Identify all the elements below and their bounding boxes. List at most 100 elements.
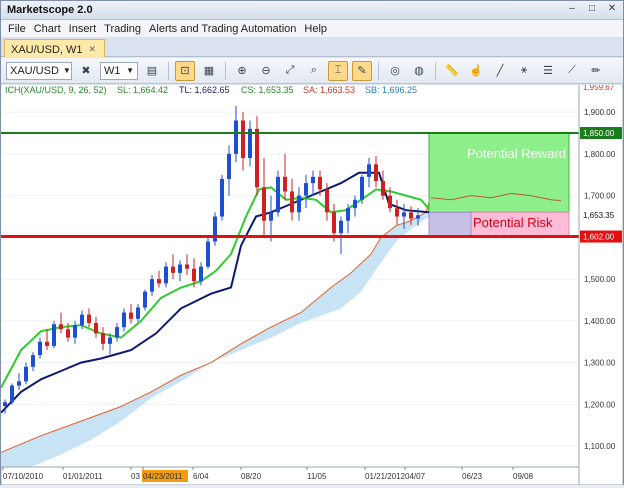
x-tick-label: 09/08 — [513, 472, 534, 481]
bear-candle — [185, 264, 189, 269]
zoom-in-icon[interactable]: ⊕ — [232, 61, 252, 81]
bear-candle — [101, 333, 105, 344]
timeframe-value: W1 — [104, 64, 121, 77]
bull-candle — [3, 402, 7, 407]
pointer-icon[interactable]: ☝ — [466, 61, 486, 81]
bear-candle — [66, 329, 70, 338]
y-tick-label: 1,700.00 — [584, 192, 616, 201]
bear-candle — [45, 341, 49, 346]
symbol-value: XAU/USD — [10, 64, 59, 77]
remove-instrument-icon[interactable]: ✖ — [76, 61, 96, 81]
bull-candle — [115, 327, 119, 338]
bear-candle — [94, 322, 98, 334]
menu-chart[interactable]: Chart — [30, 23, 65, 35]
x-tick-label: 03 — [131, 472, 140, 481]
bull-candle — [297, 195, 301, 213]
zoom-fit-icon[interactable]: ⤢ — [280, 61, 300, 81]
upper-price-tag-label: 1,850.00 — [583, 129, 615, 138]
comment-icon[interactable]: ✎ — [352, 60, 372, 81]
ruler-icon[interactable]: 📏 — [442, 61, 462, 81]
data-window-icon[interactable]: ▦ — [199, 61, 219, 81]
bull-candle — [17, 381, 21, 386]
tab-label: XAU/USD, W1 — [11, 43, 83, 56]
bull-candle — [164, 266, 168, 284]
menu-trading[interactable]: Trading — [100, 23, 145, 35]
bull-candle — [80, 314, 84, 326]
bear-candle — [395, 208, 399, 217]
trend-icon[interactable]: ⟋ — [562, 61, 582, 81]
bear-candle — [318, 176, 322, 190]
bear-candle — [388, 195, 392, 209]
zoom-out-icon[interactable]: ⊖ — [256, 61, 276, 81]
menu-alerts[interactable]: Alerts and Trading Automation — [145, 23, 300, 35]
bull-candle — [122, 312, 126, 328]
legend-sl: SL: 1,664.42 — [117, 85, 168, 95]
separator — [168, 61, 169, 80]
bull-candle — [143, 291, 147, 308]
chevron-down-icon: ▼ — [62, 66, 71, 75]
x-tick-label: 04/23/2011 — [143, 472, 183, 481]
zoom-select-icon[interactable]: ⌕ — [304, 61, 324, 81]
chart-area[interactable]: ICH(XAU/USD, 9, 26, 52) SL: 1,664.42 TL:… — [0, 81, 624, 486]
tab-xauusd[interactable]: XAU/USD, W1 ✕ — [4, 39, 106, 57]
y-tick-label: 1,800.00 — [584, 150, 616, 159]
bull-candle — [10, 385, 14, 403]
x-tick-label: 07/10/2010 — [3, 472, 44, 481]
bull-candle — [234, 120, 238, 154]
bull-candle — [227, 153, 231, 179]
symbol-select[interactable]: XAU/USD ▼ — [6, 61, 72, 80]
channel-icon[interactable]: ☰ — [538, 61, 558, 81]
menu-insert[interactable]: Insert — [65, 23, 101, 35]
timeframe-select[interactable]: W1 ▼ — [100, 61, 138, 80]
bear-candle — [262, 187, 266, 221]
price-chart[interactable]: ICH(XAU/USD, 9, 26, 52) SL: 1,664.42 TL:… — [0, 81, 624, 486]
chevron-down-icon: ▼ — [126, 66, 134, 75]
tab-bar: XAU/USD, W1 ✕ — [1, 37, 623, 57]
globe-icon[interactable]: ◍ — [409, 61, 429, 81]
signal-icon[interactable]: ◎ — [385, 61, 405, 81]
menu-file[interactable]: File — [4, 23, 30, 35]
bull-candle — [178, 264, 182, 273]
hold-zone — [428, 211, 472, 238]
y-tick-label: 1,300.00 — [584, 359, 616, 368]
indicator-icon[interactable]: ⌶ — [328, 60, 348, 81]
maximize-button[interactable]: □ — [585, 3, 599, 16]
tab-close-icon[interactable]: ✕ — [89, 44, 97, 55]
minimize-button[interactable]: – — [565, 3, 579, 16]
chart-toolbar: XAU/USD ▼ ✖ W1 ▼ ▤ ⊡ ▦ ⊕ ⊖ ⤢ ⌕ ⌶ ✎ ◎ ◍ 📏… — [1, 58, 623, 84]
bear-candle — [192, 268, 196, 282]
bull-candle — [360, 176, 364, 200]
x-tick-label: 06/23 — [462, 472, 483, 481]
y-tick-label: 1,400.00 — [584, 317, 616, 326]
bull-candle — [304, 183, 308, 196]
bear-candle — [171, 266, 175, 273]
lower-price-tag-label: 1,602.00 — [583, 233, 615, 242]
fibonacci-icon[interactable]: ⚹ — [514, 61, 534, 81]
bull-candle — [206, 241, 210, 267]
line-tool-icon[interactable]: ╱ — [490, 61, 510, 81]
crosshair-icon[interactable]: ⊡ — [175, 60, 195, 81]
reward-label: Potential Reward — [467, 146, 566, 161]
bear-candle — [59, 324, 63, 330]
x-tick-label: 6/04 — [193, 472, 209, 481]
bull-candle — [199, 266, 203, 282]
bear-candle — [332, 212, 336, 234]
y-tick-label: 1,200.00 — [584, 400, 616, 409]
app-title: Marketscope 2.0 — [7, 4, 93, 16]
menu-bar: File Chart Insert Trading Alerts and Tra… — [1, 20, 623, 37]
x-tick-label: 11/05 — [307, 472, 327, 481]
top-price-tag-label: 1,959.67 — [583, 85, 615, 92]
chart-type-icon[interactable]: ▤ — [142, 61, 162, 81]
bull-candle — [38, 341, 42, 356]
menu-help[interactable]: Help — [300, 23, 331, 35]
y-tick-label: 1,100.00 — [584, 442, 616, 451]
bear-candle — [290, 191, 294, 213]
bear-candle — [325, 189, 329, 213]
close-button[interactable]: ✕ — [605, 3, 619, 16]
bear-candle — [157, 279, 161, 284]
price-axis — [578, 84, 624, 486]
pencil-icon[interactable]: ✏ — [586, 61, 606, 81]
bull-candle — [108, 337, 112, 344]
bull-candle — [31, 355, 35, 367]
bull-candle — [416, 215, 420, 219]
